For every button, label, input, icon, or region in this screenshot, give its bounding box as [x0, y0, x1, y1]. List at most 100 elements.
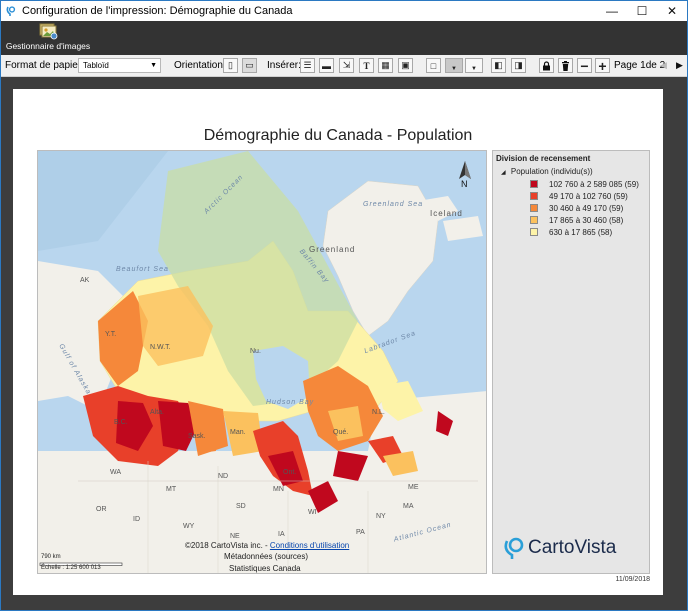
zoom-in-button[interactable]: + [595, 57, 610, 74]
alta-label: Alta. [150, 409, 165, 416]
metadata-link[interactable]: Métadonnées (sources) [224, 552, 308, 561]
lock-icon [543, 60, 550, 70]
insert-label: Insérer: [267, 60, 301, 71]
map-icon: ▬ [322, 60, 331, 71]
minimize-button[interactable]: — [597, 1, 627, 21]
table-icon: ▦ [381, 60, 390, 70]
bring-front-button[interactable]: ◧ [491, 58, 506, 73]
legend-item: 49 170 à 102 760 (59) [530, 191, 628, 201]
ma-label: MA [403, 503, 414, 510]
delete-button[interactable] [558, 58, 573, 73]
close-button[interactable]: ✕ [657, 1, 687, 21]
landscape-button[interactable]: ▭ [242, 58, 257, 73]
window-title: Configuration de l'impression: Démograph… [22, 5, 293, 17]
copyright-text: ©2018 CartoVista inc. - [185, 541, 270, 550]
line-color-button[interactable]: ▼ [465, 58, 483, 73]
legend-title: Division de recensement [496, 154, 591, 163]
legend-item-label: 17 865 à 30 460 (58) [549, 215, 624, 225]
paper-format-value: Tabloïd [83, 61, 109, 70]
map-copyright: ©2018 CartoVista inc. - Conditions d'uti… [185, 541, 349, 550]
next-page-button[interactable]: ▶ [676, 60, 683, 71]
image-icon: ▣ [401, 60, 410, 70]
insert-map-button[interactable]: ▬ [319, 58, 334, 73]
id-label: ID [133, 516, 140, 523]
print-config-window: Configuration de l'impression: Démograph… [0, 0, 688, 611]
scale-icon: ⇲ [342, 60, 351, 70]
legend-layer: ◢ Population (individu(s)) [501, 167, 593, 176]
terms-link[interactable]: Conditions d'utilisation [270, 541, 349, 550]
minimize-icon: — [606, 4, 618, 18]
fill-color-dropdown-icon: ▼ [451, 65, 457, 72]
man-label: Man. [230, 429, 246, 436]
scale-distance: 790 km [41, 554, 61, 560]
legend-swatch [530, 192, 538, 200]
legend-item: 102 760 à 2 589 085 (59) [530, 179, 639, 189]
bc-label: B.C. [114, 419, 128, 426]
plus-icon: + [598, 57, 607, 74]
image-manager-button[interactable]: Gestionnaire d'images [6, 22, 90, 54]
print-page: Démographie du Canada - Population N Arc… [13, 89, 663, 595]
document-date: 11/09/2018 [615, 576, 650, 583]
insert-scale-button[interactable]: ⇲ [339, 58, 354, 73]
paper-format-select[interactable]: Tabloïd ▼ [78, 58, 161, 73]
legend-item-label: 49 170 à 102 760 (59) [549, 191, 628, 201]
greenland-sea-label: Greenland Sea [363, 201, 424, 208]
line-color-dropdown-icon: ▼ [471, 65, 477, 72]
cartovista-logo[interactable]: CartoVista [503, 536, 616, 560]
image-manager-icon [39, 23, 58, 40]
legend-swatch [530, 228, 538, 236]
north-letter: N [461, 179, 468, 189]
zoom-out-button[interactable]: − [577, 57, 592, 74]
nu-label: Nu. [250, 348, 261, 355]
text-icon: T [363, 60, 370, 71]
nl-label: N.L. [372, 409, 385, 416]
legend-item: 30 460 à 49 170 (59) [530, 203, 623, 213]
wa-label: WA [110, 469, 122, 476]
mt-label: MT [166, 486, 177, 493]
close-icon: ✕ [666, 4, 678, 18]
que-label: Qué. [333, 429, 349, 436]
legend-item: 17 865 à 30 460 (58) [530, 215, 623, 225]
pa-label: PA [356, 529, 365, 536]
insert-legend-button[interactable]: ☰ [300, 58, 315, 73]
title-bar: Configuration de l'impression: Démograph… [1, 1, 687, 21]
insert-table-button[interactable]: ▦ [378, 58, 393, 73]
border-icon: □ [430, 60, 437, 71]
insert-image-button[interactable]: ▣ [398, 58, 413, 73]
legend-swatch [530, 216, 538, 224]
landscape-icon: ▭ [245, 60, 254, 70]
previous-page-button[interactable]: ◀ [660, 60, 667, 71]
arrow-left-icon: ◀ [660, 60, 667, 70]
legend-panel[interactable]: Division de recensement ◢ Population (in… [492, 150, 650, 574]
yt-label: Y.T. [105, 331, 117, 338]
fill-color-button[interactable]: ▼ [445, 58, 463, 73]
nd-label: ND [218, 473, 229, 480]
portrait-button[interactable]: ▯ [223, 58, 238, 73]
page-of: de [645, 60, 657, 71]
bring-front-icon: ◧ [494, 60, 503, 70]
maximize-icon: ☐ [636, 4, 648, 18]
scale-label: Échelle : 1:25 600 013 [41, 565, 101, 571]
chevron-down-icon: ▼ [150, 62, 157, 69]
cartovista-icon [6, 5, 18, 17]
iceland-label: Iceland [430, 209, 463, 218]
mn-label: MN [273, 486, 284, 493]
map-frame[interactable]: N Arctic Ocean Baffin Bay Greenland Sea … [37, 150, 487, 574]
wi-label: WI [308, 509, 317, 516]
send-back-button[interactable]: ◨ [511, 58, 526, 73]
logo-text: CartoVista [528, 537, 617, 558]
source-text: Statistiques Canada [229, 564, 301, 573]
minus-icon: − [580, 57, 589, 74]
ia-label: IA [278, 531, 285, 538]
ne-label: NE [230, 533, 240, 540]
lock-button[interactable] [539, 58, 554, 73]
maximize-button[interactable]: ☐ [627, 1, 657, 21]
page-indicator: Page 1de 2 [614, 60, 665, 71]
beaufort-sea-label: Beaufort Sea [116, 266, 169, 273]
border-button[interactable]: □ [426, 58, 441, 73]
hudson-bay-label: Hudson Bay [266, 399, 315, 406]
insert-text-button[interactable]: T [359, 58, 374, 73]
collapse-triangle-icon[interactable]: ◢ [501, 170, 506, 176]
greenland-label: Greenland [309, 245, 356, 254]
document-title[interactable]: Démographie du Canada - Population [13, 127, 663, 145]
